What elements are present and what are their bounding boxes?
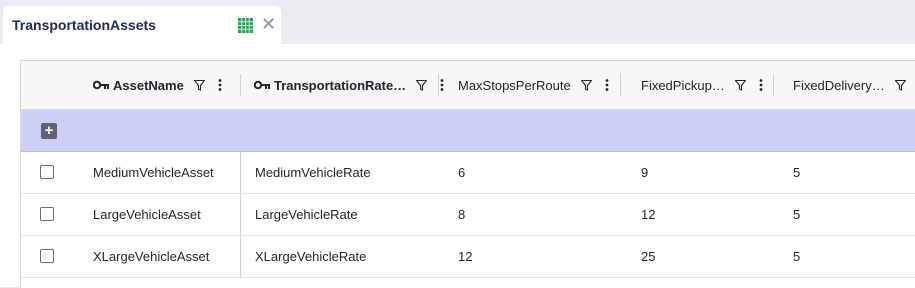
cell-fixeddelivery[interactable]: 5 <box>793 152 800 193</box>
grid-header-row: AssetName TransportationRate… MaxStopsPe… <box>21 61 915 110</box>
column-menu-icon[interactable] <box>440 79 444 91</box>
cell-fixeddelivery[interactable]: 5 <box>793 194 800 235</box>
table-row[interactable]: XLargeVehicleAsset XLargeVehicleRate 12 … <box>21 236 915 278</box>
close-icon[interactable]: ✕ <box>261 15 276 33</box>
row-checkbox[interactable] <box>40 249 54 263</box>
cell-maxstopsperroute[interactable]: 8 <box>458 194 465 235</box>
filter-icon[interactable] <box>193 79 205 91</box>
tab-transportation-assets[interactable]: TransportationAssets ✕ <box>3 6 281 44</box>
filter-icon[interactable] <box>894 79 906 91</box>
filter-icon[interactable] <box>734 79 746 91</box>
column-divider <box>240 194 241 235</box>
data-grid: AssetName TransportationRate… MaxStopsPe… <box>20 60 915 288</box>
column-divider <box>240 152 241 193</box>
cell-fixedpickup[interactable]: 25 <box>641 236 655 277</box>
cell-fixedpickup[interactable]: 9 <box>641 152 648 193</box>
column-menu-icon[interactable] <box>605 79 609 91</box>
content-area: AssetName TransportationRate… MaxStopsPe… <box>0 44 915 288</box>
table-row[interactable]: MediumVehicleAsset MediumVehicleRate 6 9… <box>21 152 915 194</box>
column-divider <box>240 236 241 277</box>
column-header-fixedpickup[interactable]: FixedPickup… <box>641 61 763 109</box>
column-header-fixeddelivery[interactable]: FixedDelivery… <box>793 61 915 109</box>
key-icon <box>254 80 270 90</box>
column-header-transportationrate[interactable]: TransportationRate… <box>254 61 444 109</box>
new-row-bar: + <box>21 110 915 152</box>
add-row-button[interactable]: + <box>41 123 57 139</box>
cell-assetname[interactable]: LargeVehicleAsset <box>93 194 201 235</box>
cell-maxstopsperroute[interactable]: 12 <box>458 236 472 277</box>
cell-transportationrate[interactable]: MediumVehicleRate <box>255 152 371 193</box>
column-resize-handle[interactable] <box>773 74 774 96</box>
column-menu-icon[interactable] <box>218 79 222 91</box>
column-menu-icon[interactable] <box>759 79 763 91</box>
column-resize-handle[interactable] <box>438 74 439 96</box>
table-row[interactable]: LargeVehicleAsset LargeVehicleRate 8 12 … <box>21 194 915 236</box>
cell-transportationrate[interactable]: LargeVehicleRate <box>255 194 358 235</box>
column-resize-handle[interactable] <box>240 74 241 96</box>
key-icon <box>93 80 109 90</box>
table-grid-icon <box>238 18 253 33</box>
cell-assetname[interactable]: XLargeVehicleAsset <box>93 236 209 277</box>
row-checkbox[interactable] <box>40 207 54 221</box>
column-resize-handle[interactable] <box>620 74 621 96</box>
cell-assetname[interactable]: MediumVehicleAsset <box>93 152 214 193</box>
filter-icon[interactable] <box>416 79 428 91</box>
row-checkbox[interactable] <box>40 165 54 179</box>
filter-icon[interactable] <box>580 79 592 91</box>
column-header-label: TransportationRate… <box>274 77 407 93</box>
column-header-assetname[interactable]: AssetName <box>93 61 222 109</box>
cell-fixedpickup[interactable]: 12 <box>641 194 655 235</box>
column-header-label: FixedDelivery… <box>793 77 885 93</box>
tab-bar: TransportationAssets ✕ <box>0 0 915 44</box>
cell-maxstopsperroute[interactable]: 6 <box>458 152 465 193</box>
column-header-label: MaxStopsPerRoute <box>458 77 571 93</box>
cell-fixeddelivery[interactable]: 5 <box>793 236 800 277</box>
cell-transportationrate[interactable]: XLargeVehicleRate <box>255 236 366 277</box>
column-header-label: FixedPickup… <box>641 77 725 93</box>
column-header-label: AssetName <box>113 77 184 93</box>
column-header-maxstopsperroute[interactable]: MaxStopsPerRoute <box>458 61 609 109</box>
tab-title: TransportationAssets <box>12 17 156 33</box>
